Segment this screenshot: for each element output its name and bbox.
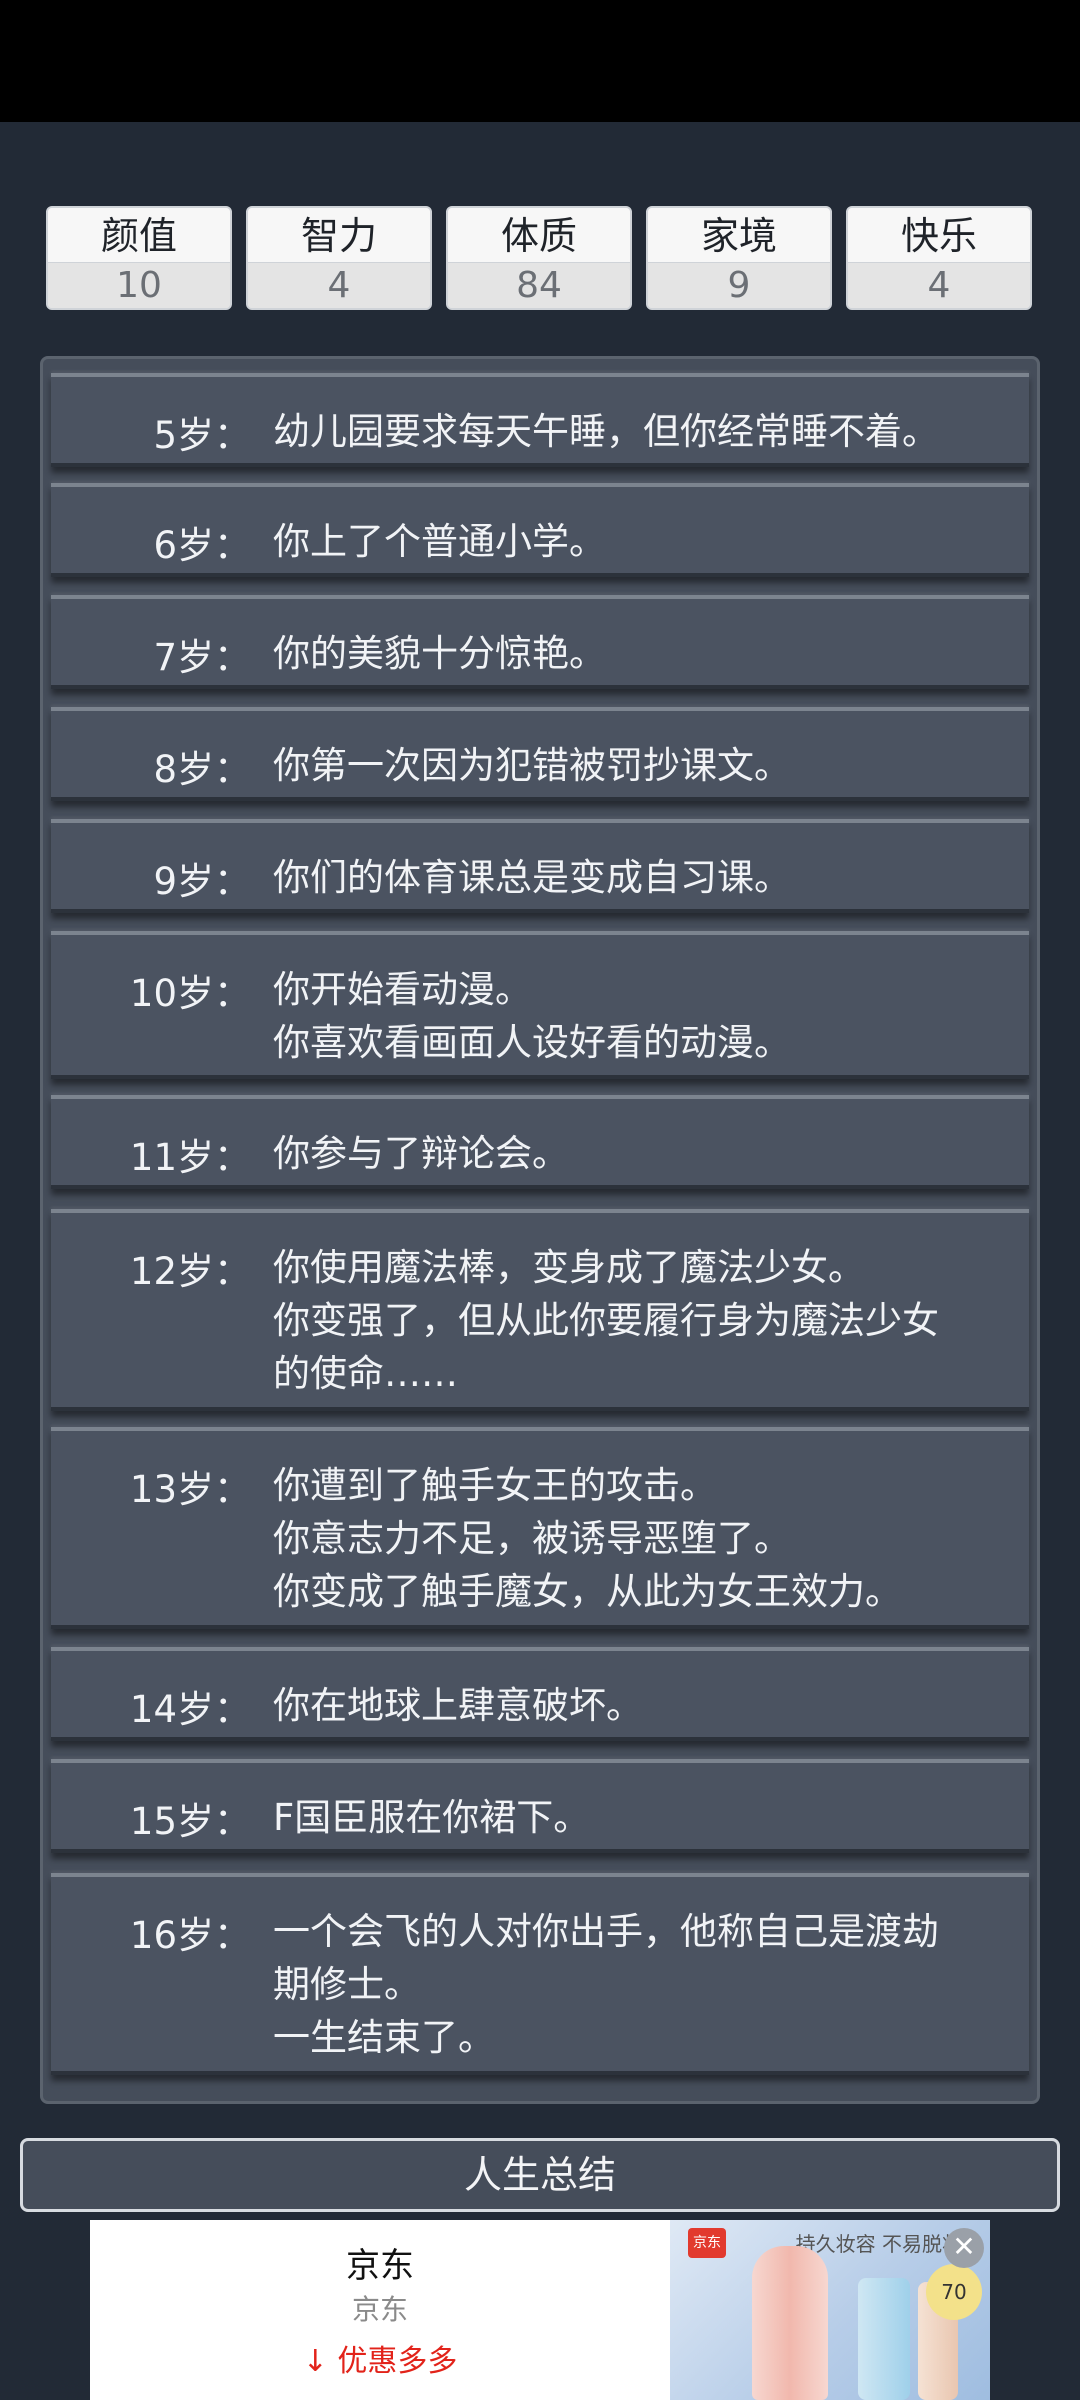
stats-bar: 颜值 10 智力 4 体质 84 家境 9 快乐 4 [46,206,1034,312]
log-entry-age-8: 8岁： 你第一次因为犯错被罚抄课文。 [51,707,1029,801]
stat-value: 9 [648,262,830,308]
status-bar [0,0,1080,122]
entry-age: 10岁： [129,972,251,1015]
ad-text-panel[interactable]: 京东 京东 ↓ 优惠多多 [90,2220,670,2400]
ad-product-bottle [858,2278,910,2400]
log-entry-age-5: 5岁： 幼儿园要求每天午睡，但你经常睡不着。 [51,373,1029,467]
stat-intelligence: 智力 4 [246,206,432,310]
entry-line: 你上了个普通小学。 [273,520,606,563]
entry-text: 你的美貌十分惊艳。 [273,627,1003,680]
entry-line: 你变成了触手魔女，从此为女王效力。 [273,1570,902,1613]
stat-name: 颜值 [48,208,230,262]
entry-age: 9岁： [153,860,251,903]
entry-line: 你们的体育课总是变成自习课。 [273,856,791,899]
entry-age: 16岁： [129,1914,251,1957]
entry-text: 你们的体育课总是变成自习课。 [273,851,1003,904]
ad-subtitle: 京东 [351,2293,408,2326]
entry-line: 你开始看动漫。 [273,968,532,1011]
stat-value: 4 [248,262,430,308]
entry-line: 你第一次因为犯错被罚抄课文。 [273,744,791,787]
life-event-log[interactable]: 5岁： 幼儿园要求每天午睡，但你经常睡不着。 6岁： 你上了个普通小学。 7岁：… [40,356,1040,2104]
ad-title: 京东 [346,2246,414,2286]
entry-line: 你遭到了触手女王的攻击。 [273,1464,717,1507]
entry-age: 6岁： [153,524,251,567]
log-entry-age-14: 14岁： 你在地球上肆意破坏。 [51,1647,1029,1741]
entry-line: 的使命…… [273,1352,458,1395]
stat-happiness: 快乐 4 [846,206,1032,310]
log-entry-age-7: 7岁： 你的美貌十分惊艳。 [51,595,1029,689]
log-entry-age-12: 12岁： 你使用魔法棒，变身成了魔法少女。 你变强了，但从此你要履行身为魔法少女… [51,1209,1029,1411]
entry-text: 你参与了辩论会。 [273,1127,1003,1180]
entry-age: 13岁： [129,1468,251,1511]
entry-line: 你意志力不足，被诱导恶堕了。 [273,1517,791,1560]
log-entry-age-13: 13岁： 你遭到了触手女王的攻击。 你意志力不足，被诱导恶堕了。 你变成了触手魔… [51,1427,1029,1629]
entry-line: 一生结束了。 [273,2016,495,2059]
life-summary-button[interactable]: 人生总结 [20,2138,1060,2212]
stat-value: 84 [448,262,630,308]
ad-image[interactable]: 京东 持久妆容 不易脱妆 70 ✕ [670,2220,990,2400]
entry-line: 一个会飞的人对你出手，他称自己是渡劫 [273,1910,939,1953]
close-icon[interactable]: ✕ [944,2228,984,2268]
entry-line: 你变强了，但从此你要履行身为魔法少女 [273,1299,939,1342]
ad-image-tagline: 持久妆容 不易脱妆 [795,2232,962,2256]
log-entry-age-16: 16岁： 一个会飞的人对你出手，他称自己是渡劫 期修士。 一生结束了。 [51,1873,1029,2075]
entry-text: 你使用魔法棒，变身成了魔法少女。 你变强了，但从此你要履行身为魔法少女 的使命…… [273,1241,1003,1400]
log-entry-age-15: 15岁： F国臣服在你裙下。 [51,1759,1029,1853]
log-entry-age-11: 11岁： 你参与了辩论会。 [51,1095,1029,1189]
entry-age: 7岁： [153,636,251,679]
entry-line: 期修士。 [273,1963,421,2006]
entry-age: 12岁： [129,1250,251,1293]
entry-age: 8岁： [153,748,251,791]
entry-text: 一个会飞的人对你出手，他称自己是渡劫 期修士。 一生结束了。 [273,1905,1003,2064]
stat-appearance: 颜值 10 [46,206,232,310]
entry-text: 你在地球上肆意破坏。 [273,1679,1003,1732]
ad-banner[interactable]: 京东 京东 ↓ 优惠多多 京东 持久妆容 不易脱妆 70 ✕ [90,2220,990,2400]
stat-value: 10 [48,262,230,308]
entry-age: 14岁： [129,1688,251,1731]
entry-text: 幼儿园要求每天午睡，但你经常睡不着。 [273,405,1003,458]
ad-download-link[interactable]: ↓ 优惠多多 [90,2336,670,2380]
stat-value: 4 [848,262,1030,308]
stat-name: 快乐 [848,208,1030,262]
ad-brand-logo: 京东 [688,2228,726,2258]
entry-text: 你遭到了触手女王的攻击。 你意志力不足，被诱导恶堕了。 你变成了触手魔女，从此为… [273,1459,1003,1618]
stat-physique: 体质 84 [446,206,632,310]
entry-line: F国臣服在你裙下。 [273,1796,591,1839]
entry-line: 你使用魔法棒，变身成了魔法少女。 [273,1246,865,1289]
entry-age: 5岁： [153,414,251,457]
entry-text: 你第一次因为犯错被罚抄课文。 [273,739,1003,792]
log-entry-age-10: 10岁： 你开始看动漫。 你喜欢看画面人设好看的动漫。 [51,931,1029,1079]
entry-line: 你的美貌十分惊艳。 [273,632,606,675]
stat-family: 家境 9 [646,206,832,310]
entry-text: 你开始看动漫。 你喜欢看画面人设好看的动漫。 [273,963,1003,1069]
entry-age: 15岁： [129,1800,251,1843]
ad-product-bottle [752,2246,828,2400]
entry-line: 你参与了辩论会。 [273,1132,569,1175]
entry-age: 11岁： [129,1136,251,1179]
entry-line: 幼儿园要求每天午睡，但你经常睡不着。 [273,410,939,453]
entry-text: 你上了个普通小学。 [273,515,1003,568]
log-entry-age-9: 9岁： 你们的体育课总是变成自习课。 [51,819,1029,913]
entry-text: F国臣服在你裙下。 [273,1791,1003,1844]
log-entry-age-6: 6岁： 你上了个普通小学。 [51,483,1029,577]
stat-name: 体质 [448,208,630,262]
entry-line: 你喜欢看画面人设好看的动漫。 [273,1021,791,1064]
ad-price-badge: 70 [926,2264,982,2320]
entry-line: 你在地球上肆意破坏。 [273,1684,643,1727]
stat-name: 智力 [248,208,430,262]
stat-name: 家境 [648,208,830,262]
